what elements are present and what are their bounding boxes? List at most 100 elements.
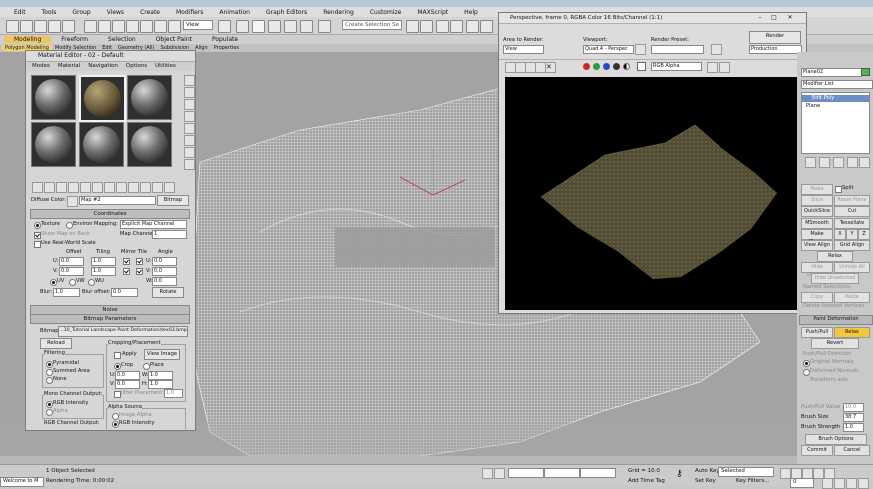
- put-to-library-icon[interactable]: [104, 182, 115, 193]
- hide-selected-button[interactable]: Hide Selected: [801, 262, 833, 278]
- maximize-viewport-icon[interactable]: [858, 478, 869, 489]
- material-slot-3[interactable]: [127, 75, 172, 120]
- stack-item-plane[interactable]: Plane: [802, 103, 869, 110]
- configure-sets-icon[interactable]: [859, 157, 870, 168]
- rgb-intensity-2-radio[interactable]: [112, 421, 119, 428]
- coordinates-rollout[interactable]: Coordinates: [30, 209, 190, 219]
- rotate-icon[interactable]: [154, 20, 167, 33]
- uv-tiling-icon[interactable]: [184, 111, 195, 122]
- stack-item-edit-poly[interactable]: Edit Poly: [802, 95, 869, 102]
- percent-snap-icon[interactable]: [284, 20, 297, 33]
- x-coordinate-field[interactable]: [508, 468, 544, 478]
- pan-icon[interactable]: [834, 478, 845, 489]
- menu-create[interactable]: Create: [132, 9, 168, 16]
- background-icon[interactable]: [184, 99, 195, 110]
- map-type-button[interactable]: Bitmap: [157, 195, 189, 206]
- crop-v-field[interactable]: 0.0: [115, 380, 140, 389]
- map-channel-field[interactable]: 1: [152, 230, 187, 239]
- menu-animation[interactable]: Animation: [211, 9, 258, 16]
- planar-z-button[interactable]: Z: [858, 229, 870, 240]
- toggle-ui-icon[interactable]: [719, 62, 730, 73]
- material-slot-4[interactable]: [31, 122, 76, 167]
- put-to-scene-icon[interactable]: [44, 182, 55, 193]
- area-to-render-dropdown[interactable]: View: [503, 45, 544, 54]
- render-preset-dropdown[interactable]: [651, 45, 704, 54]
- sample-type-icon[interactable]: [184, 75, 195, 86]
- tab-selection[interactable]: Selection: [98, 36, 146, 43]
- menu-group[interactable]: Group: [64, 9, 98, 16]
- reset-plane-button[interactable]: Reset Plane: [834, 195, 870, 206]
- v-tile-checkbox[interactable]: [136, 268, 143, 275]
- paint-deformation-rollout[interactable]: Paint Deformation: [799, 315, 873, 325]
- menu-material[interactable]: Material: [58, 62, 80, 71]
- make-planar-button[interactable]: Make Planar: [801, 184, 833, 200]
- menu-customize[interactable]: Customize: [362, 9, 410, 16]
- show-map-on-back-checkbox[interactable]: [34, 232, 41, 239]
- paste-button[interactable]: Paste: [834, 292, 870, 303]
- blue-channel-icon[interactable]: [603, 63, 610, 70]
- select-object-icon[interactable]: [84, 20, 97, 33]
- v-offset-field[interactable]: 0.0: [59, 267, 84, 276]
- v-angle-field[interactable]: 0.0: [152, 267, 177, 276]
- relax-paint-button[interactable]: Relax: [834, 327, 870, 338]
- material-slot-1[interactable]: [31, 75, 76, 120]
- tab-object-paint[interactable]: Object Paint: [146, 36, 202, 43]
- layer-manager-icon[interactable]: [436, 20, 449, 33]
- angle-snap-icon[interactable]: [268, 20, 281, 33]
- texture-radio[interactable]: [34, 222, 41, 229]
- monochrome-icon[interactable]: [623, 63, 630, 70]
- slice-button[interactable]: Slice: [801, 195, 833, 206]
- rotate-button[interactable]: Rotate: [152, 287, 184, 298]
- bind-space-warp-icon[interactable]: [62, 20, 75, 33]
- material-id-icon[interactable]: [116, 182, 127, 193]
- alpha-channel-icon[interactable]: [613, 63, 620, 70]
- z-coordinate-field[interactable]: [580, 468, 616, 478]
- bitmap-parameters-rollout[interactable]: Bitmap Parameters: [30, 314, 190, 324]
- auto-key-button[interactable]: Auto Key: [695, 468, 720, 474]
- menu-tools[interactable]: Tools: [34, 9, 65, 16]
- crop-h-field[interactable]: 1.0: [148, 380, 173, 389]
- crop-w-field[interactable]: 1.0: [148, 371, 173, 380]
- environ-radio[interactable]: [66, 222, 73, 229]
- reference-coord-dropdown[interactable]: View: [183, 20, 213, 30]
- summed-area-radio[interactable]: [46, 369, 53, 376]
- selection-lock-icon[interactable]: [494, 468, 505, 479]
- menu-utilities[interactable]: Utilities: [155, 62, 176, 71]
- curve-editor-icon[interactable]: [466, 20, 479, 33]
- key-mode-dropdown[interactable]: Selected: [718, 467, 774, 477]
- go-to-parent-icon[interactable]: [152, 182, 163, 193]
- unique-icon[interactable]: [92, 182, 103, 193]
- tab-populate[interactable]: Populate: [202, 36, 248, 43]
- zoom-icon[interactable]: [822, 478, 833, 489]
- msmooth-button[interactable]: MSmooth: [801, 218, 833, 229]
- reset-map-icon[interactable]: [68, 182, 79, 193]
- use-real-world-checkbox[interactable]: [34, 241, 41, 248]
- menu-options[interactable]: Options: [126, 62, 147, 71]
- image-alpha-radio[interactable]: [112, 413, 119, 420]
- video-color-check-icon[interactable]: [184, 123, 195, 134]
- lock-viewport-icon[interactable]: [635, 44, 646, 55]
- mirror-icon[interactable]: [406, 20, 419, 33]
- spinner-snap-icon[interactable]: [300, 20, 313, 33]
- map-name-field[interactable]: Map #2: [79, 196, 156, 205]
- menu-rendering[interactable]: Rendering: [315, 9, 362, 16]
- u-angle-field[interactable]: 0.0: [152, 257, 177, 266]
- quickslice-button[interactable]: QuickSlice: [801, 206, 833, 217]
- rect-selection-icon[interactable]: [112, 20, 125, 33]
- reload-button[interactable]: Reload: [40, 338, 72, 349]
- u-offset-field[interactable]: 0.0: [59, 257, 84, 266]
- menu-help[interactable]: Help: [456, 9, 486, 16]
- menu-maxscript[interactable]: MAXScript: [409, 9, 456, 16]
- unlink-icon[interactable]: [48, 20, 61, 33]
- blur-offset-field[interactable]: 0.0: [111, 288, 138, 297]
- display-channel-dropdown[interactable]: RGB Alpha: [651, 62, 702, 71]
- undo-icon[interactable]: [6, 20, 19, 33]
- split-checkbox[interactable]: [835, 186, 842, 193]
- menu-modes[interactable]: Modes: [32, 62, 50, 71]
- pivot-icon[interactable]: [218, 20, 231, 33]
- material-slot-6[interactable]: [127, 122, 172, 167]
- object-name-field[interactable]: Plane02: [801, 68, 862, 77]
- panel-properties[interactable]: Properties: [211, 45, 242, 51]
- orbit-icon[interactable]: [846, 478, 857, 489]
- push-pull-button[interactable]: Push/Pull: [801, 327, 833, 338]
